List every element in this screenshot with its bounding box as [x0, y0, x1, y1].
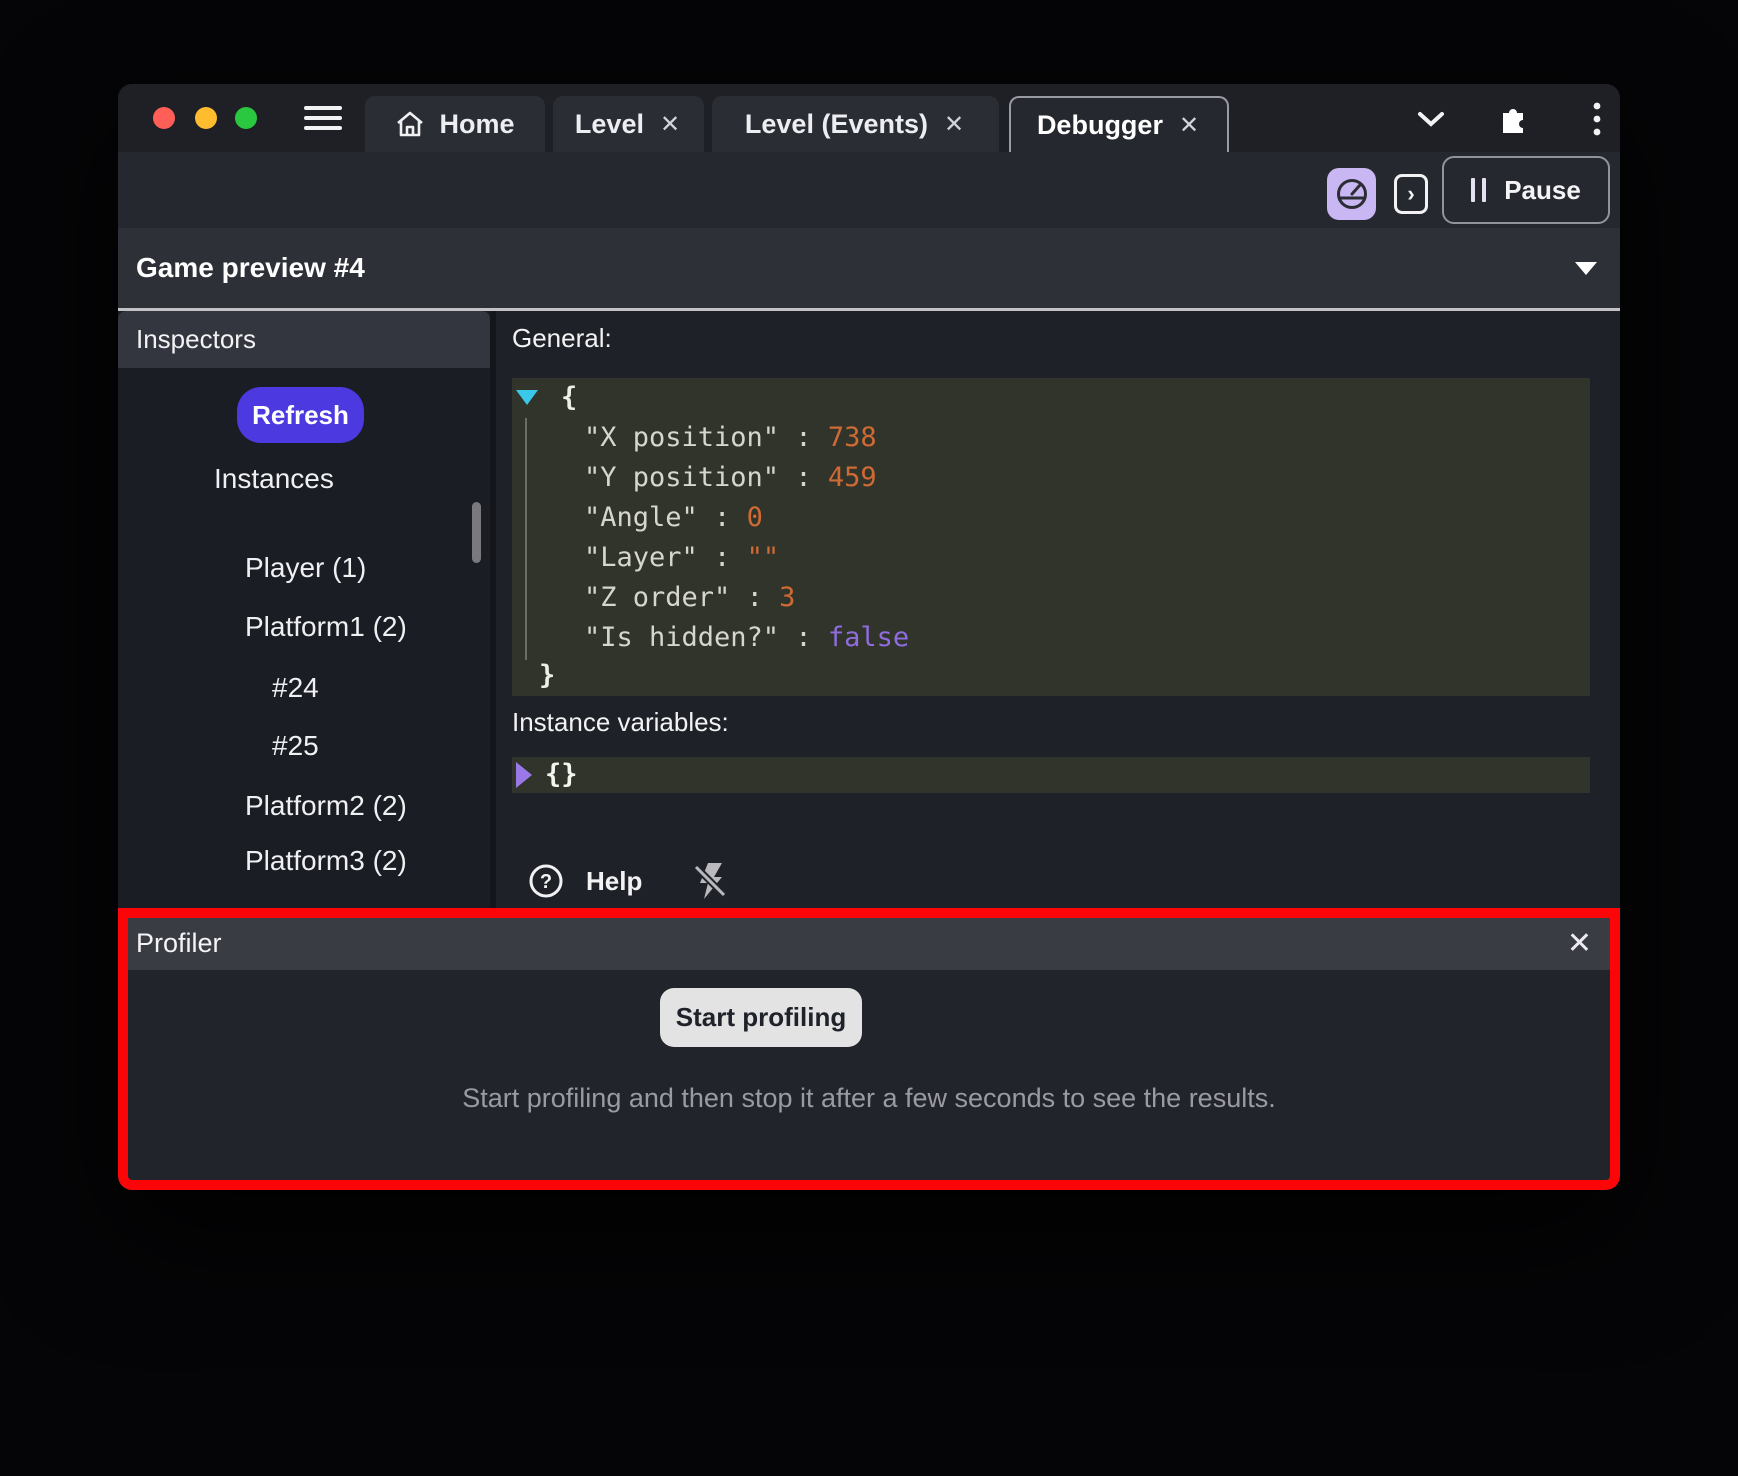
general-json-tree: { "X position" : 738 "Y position" : 459 … — [512, 378, 1590, 696]
json-value: false — [828, 622, 909, 653]
general-section-label: General: — [512, 323, 612, 354]
start-profiling-button[interactable]: Start profiling — [660, 988, 862, 1047]
pause-button[interactable]: Pause — [1442, 156, 1610, 224]
tab-close-icon[interactable]: ✕ — [1177, 111, 1201, 140]
help-label[interactable]: Help — [586, 866, 642, 897]
game-preview-title: Game preview #4 — [136, 252, 365, 284]
zoom-window-button[interactable] — [235, 107, 257, 129]
json-key: "Angle" — [584, 502, 698, 533]
expand-arrow-icon[interactable] — [516, 762, 532, 788]
app-window: Home Level ✕ Level (Events) ✕ Debugger ✕ — [118, 84, 1620, 1190]
chevron-down-icon[interactable] — [1414, 104, 1448, 134]
inspectors-title: Inspectors — [136, 324, 256, 355]
instance-variables-value: {} — [545, 757, 578, 793]
profiler-header: Profiler ✕ — [128, 918, 1610, 970]
close-window-button[interactable] — [153, 107, 175, 129]
hamburger-menu-icon[interactable] — [304, 106, 342, 130]
tab-close-icon[interactable]: ✕ — [658, 110, 682, 139]
minimize-window-button[interactable] — [195, 107, 217, 129]
tab-label: Home — [439, 109, 514, 140]
help-row: ? Help — [528, 861, 728, 901]
json-value: 3 — [779, 582, 795, 613]
console-icon[interactable]: › — [1394, 174, 1428, 214]
json-key: "X position" — [584, 422, 779, 453]
tab-home[interactable]: Home — [365, 96, 545, 152]
sidebar-item-instances[interactable]: Instances — [214, 463, 334, 495]
json-key: "Layer" — [584, 542, 698, 573]
sidebar-scrollbar[interactable] — [472, 502, 481, 790]
inspectors-sidebar: Inspectors Refresh Instances Player (1) … — [118, 311, 490, 908]
tab-close-icon[interactable]: ✕ — [942, 110, 966, 139]
flash-off-icon[interactable] — [692, 861, 728, 901]
profiler-title: Profiler — [136, 928, 222, 959]
inspector-detail-panel: General: { "X position" : 738 "Y positio… — [496, 311, 1620, 908]
tab-level-events[interactable]: Level (Events) ✕ — [712, 96, 999, 152]
json-key: "Is hidden?" — [584, 622, 779, 653]
help-icon[interactable]: ? — [528, 863, 564, 899]
instance-variables-label: Instance variables: — [512, 707, 729, 738]
debugger-toolbar: › Pause — [118, 152, 1620, 228]
tab-level[interactable]: Level ✕ — [553, 96, 704, 152]
pause-label: Pause — [1504, 175, 1581, 206]
refresh-button[interactable]: Refresh — [237, 387, 364, 443]
json-value: 0 — [747, 502, 763, 533]
json-value: "" — [747, 542, 780, 573]
titlebar: Home Level ✕ Level (Events) ✕ Debugger ✕ — [118, 84, 1620, 152]
json-value: 738 — [828, 422, 877, 453]
instance-variables-tree: {} — [512, 757, 1590, 793]
json-key: "Y position" — [584, 462, 779, 493]
sidebar-item-platform3[interactable]: Platform3 (2) — [245, 845, 407, 877]
tab-label: Debugger — [1037, 110, 1163, 141]
json-key: "Z order" — [584, 582, 730, 613]
json-value: 459 — [828, 462, 877, 493]
profiler-hint-text: Start profiling and then stop it after a… — [128, 1083, 1610, 1114]
sidebar-item-instance-25[interactable]: #25 — [272, 730, 319, 762]
tab-debugger[interactable]: Debugger ✕ — [1009, 96, 1229, 152]
open-brace: { — [561, 382, 577, 413]
svg-text:?: ? — [540, 871, 552, 893]
dropdown-caret-icon — [1575, 262, 1597, 275]
profiler-gauge-icon[interactable] — [1327, 168, 1376, 220]
sidebar-item-instance-24[interactable]: #24 — [272, 672, 319, 704]
close-brace: } — [539, 660, 555, 691]
game-preview-dropdown[interactable]: Game preview #4 — [118, 228, 1620, 308]
sidebar-item-player[interactable]: Player (1) — [245, 552, 366, 584]
inspectors-header: Inspectors — [118, 311, 490, 368]
profiler-panel: Profiler ✕ Start profiling Start profili… — [118, 908, 1620, 1190]
close-icon[interactable]: ✕ — [1567, 926, 1592, 961]
sidebar-item-platform2[interactable]: Platform2 (2) — [245, 790, 407, 822]
debugger-content: Inspectors Refresh Instances Player (1) … — [118, 311, 1620, 908]
tab-label: Level (Events) — [745, 109, 928, 140]
kebab-menu-icon[interactable] — [1580, 104, 1614, 134]
sidebar-item-platform1[interactable]: Platform1 (2) — [245, 611, 407, 643]
tab-label: Level — [575, 109, 644, 140]
puzzle-extension-icon[interactable] — [1494, 104, 1528, 134]
pause-icon — [1471, 178, 1486, 202]
home-icon — [395, 110, 425, 138]
